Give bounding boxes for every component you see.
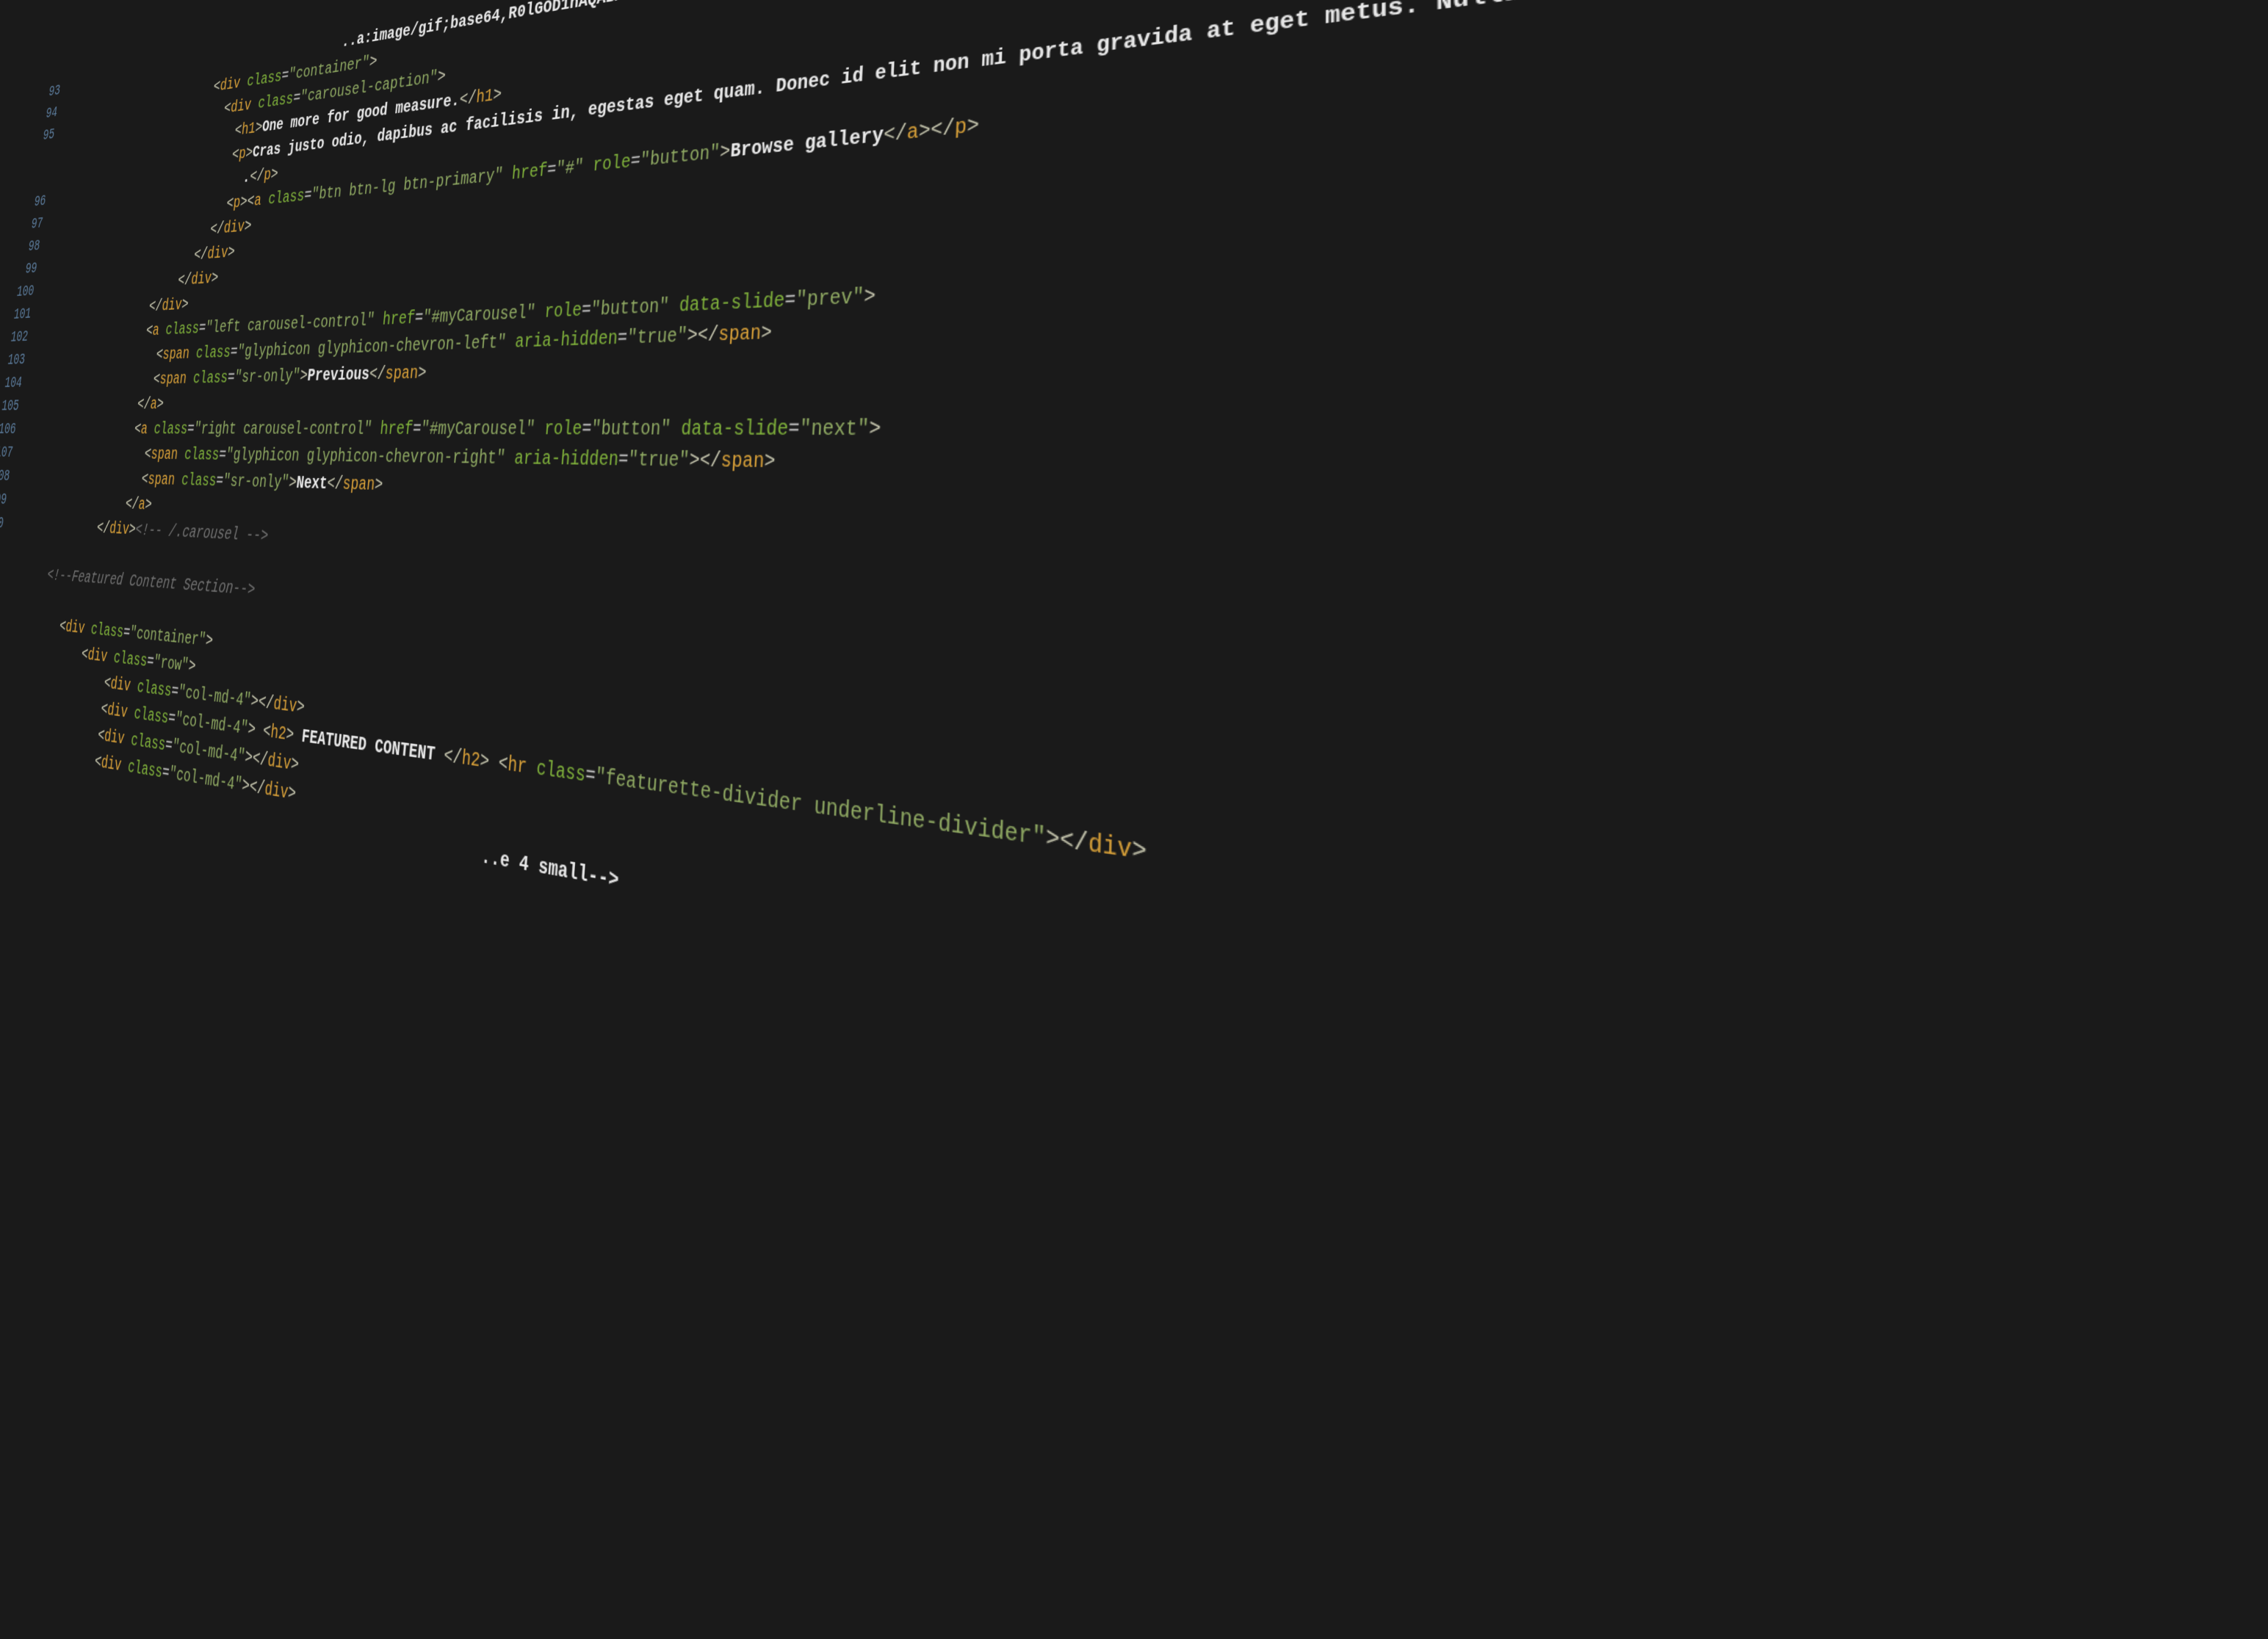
line-number: 108 <box>0 465 11 489</box>
line-number: 105 <box>0 395 21 419</box>
line-number: 107 <box>0 441 14 465</box>
line-number: 99 <box>11 258 38 282</box>
code-content[interactable]: ..a:image/gif;base64,R0lGOD1hAQABAIAAAFV… <box>0 0 2268 1639</box>
line-number: 110 <box>0 512 5 537</box>
line-number: 98 <box>14 235 41 260</box>
line-number <box>23 168 50 193</box>
line-number: 111 <box>0 535 1 560</box>
line-number: 106 <box>0 419 17 442</box>
line-number: 109 <box>0 488 8 513</box>
line-number: 102 <box>1 326 29 350</box>
line-number: 104 <box>0 372 24 396</box>
code-editor[interactable]: 939495 969798991001011021031041051061071… <box>0 0 2268 1639</box>
line-number: 101 <box>5 303 32 328</box>
line-number: 96 <box>20 190 47 215</box>
line-number: 100 <box>8 281 35 305</box>
line-number: 103 <box>0 349 26 372</box>
line-number: 97 <box>17 213 44 238</box>
